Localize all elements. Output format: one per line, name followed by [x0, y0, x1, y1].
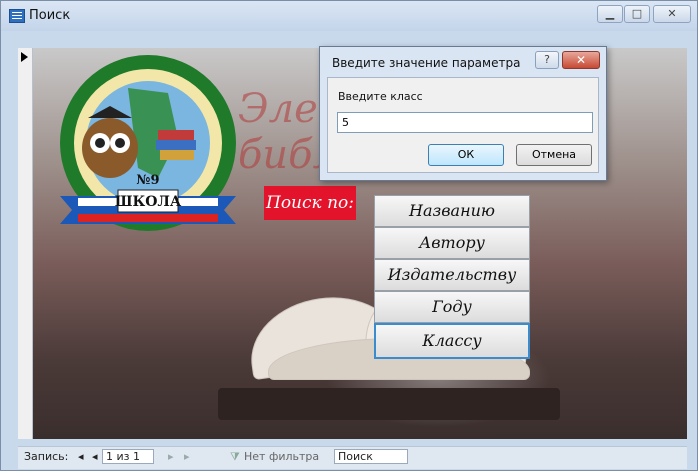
maximize-button[interactable]: □ — [624, 5, 650, 23]
title-bar: Поиск ▁ □ ✕ — [1, 1, 697, 31]
form-icon — [9, 9, 25, 23]
search-by-author-button[interactable]: Автору — [374, 227, 530, 259]
prev-record-icon[interactable]: ◂ — [92, 450, 98, 463]
record-number-field[interactable]: 1 из 1 — [102, 449, 154, 464]
dialog-prompt: Введите класс — [338, 90, 423, 103]
cancel-button[interactable]: Отмена — [516, 144, 592, 166]
school-logo: ШКОЛА №9 — [60, 55, 236, 231]
dialog-body: Введите класс 5 ОК Отмена — [327, 77, 599, 173]
close-icon: ✕ — [667, 7, 677, 20]
last-record-icon[interactable]: ▸ — [184, 450, 190, 463]
no-filter-button[interactable]: Нет фильтра — [244, 450, 319, 463]
window-title: Поиск — [29, 8, 71, 23]
maximize-icon: □ — [631, 7, 643, 20]
search-by-year-button[interactable]: Году — [374, 291, 530, 323]
logo-school-text: ШКОЛА — [115, 194, 182, 210]
record-selector[interactable] — [18, 48, 33, 439]
dialog-close-button[interactable]: ✕ — [562, 51, 600, 69]
search-by-label: Поиск по: — [264, 186, 356, 220]
ok-button[interactable]: ОК — [428, 144, 504, 166]
dialog-help-button[interactable]: ? — [535, 51, 559, 69]
minimize-icon: ▁ — [605, 7, 615, 20]
close-button[interactable]: ✕ — [653, 5, 691, 23]
record-navigation-bar: Запись: ◂ ◂ 1 из 1 ▸ ▸ ⧩ Нет фильтра Пои… — [18, 446, 687, 469]
record-label: Запись: — [24, 450, 69, 463]
first-record-icon[interactable]: ◂ — [78, 450, 84, 463]
logo-number-text: №9 — [136, 173, 159, 188]
next-record-icon[interactable]: ▸ — [168, 450, 174, 463]
search-by-publisher-button[interactable]: Издательству — [374, 259, 530, 291]
dialog-title: Введите значение параметра — [332, 56, 521, 70]
search-by-title-button[interactable]: Названию — [374, 195, 530, 227]
parameter-input[interactable]: 5 — [337, 112, 593, 133]
parameter-dialog: Введите значение параметра ? ✕ Введите к… — [319, 46, 607, 181]
current-record-arrow-icon — [21, 52, 28, 62]
minimize-button[interactable]: ▁ — [597, 5, 623, 23]
search-box[interactable]: Поиск — [334, 449, 408, 464]
search-by-class-button[interactable]: Классу — [374, 323, 530, 359]
filter-icon: ⧩ — [230, 450, 240, 463]
